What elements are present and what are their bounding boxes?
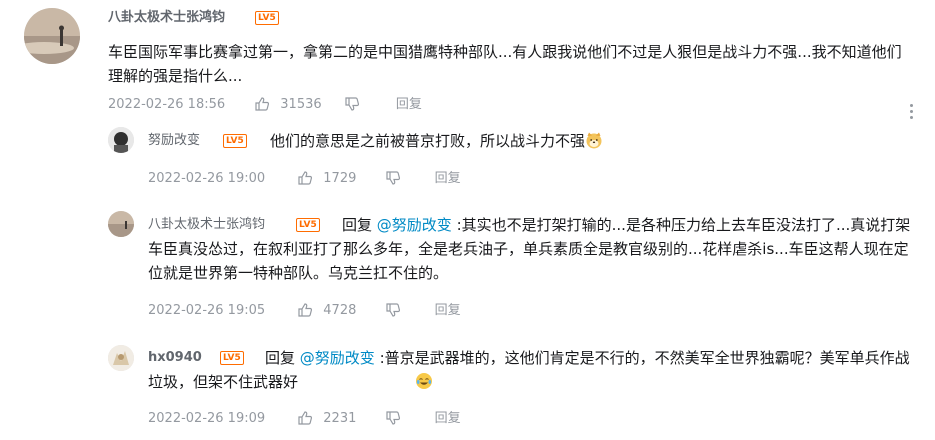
- avatar-image: [24, 8, 80, 64]
- avatar-image: [108, 127, 134, 153]
- reply-button[interactable]: 回复: [435, 171, 461, 186]
- doge-icon: [585, 131, 603, 149]
- reply-meta: 2022-02-26 19:09 2231 回复: [148, 410, 461, 428]
- reply-prefix: 回复: [342, 216, 373, 234]
- comment-time: 2022-02-26 18:56: [108, 97, 226, 112]
- avatar[interactable]: [108, 345, 134, 371]
- username[interactable]: 努励改变: [148, 133, 200, 149]
- thumbs-up-icon[interactable]: [297, 170, 313, 186]
- reply-button[interactable]: 回复: [435, 303, 461, 318]
- more-options-icon[interactable]: [909, 104, 915, 122]
- reply-content: :其实也不是打架打输的...是各种压力给上去车臣没法打了...真说打架车臣真没怂…: [148, 216, 911, 282]
- like-count: 2231: [323, 411, 357, 426]
- comment-meta: 2022-02-26 18:56 31536 回复: [108, 96, 422, 114]
- level-badge: LV5: [223, 134, 247, 148]
- comment-text: 车臣国际军事比赛拿过第一，拿第二的是中国猎鹰特种部队...有人跟我说他们不过是人…: [108, 43, 902, 85]
- thumbs-down-icon[interactable]: [385, 410, 401, 426]
- laugh-cry-icon: [298, 372, 433, 390]
- avatar[interactable]: [24, 8, 80, 64]
- like-count: 31536: [280, 97, 322, 112]
- reply-button[interactable]: 回复: [435, 411, 461, 426]
- reply-text: 回复 @努励改变 :其实也不是打架打输的...是各种压力给上去车臣没法打了...…: [148, 213, 918, 285]
- thumbs-up-icon[interactable]: [297, 410, 313, 426]
- mention-link[interactable]: @努励改变: [300, 349, 375, 367]
- reply-time: 2022-02-26 19:00: [148, 171, 266, 186]
- like-count: 4728: [323, 303, 357, 318]
- reply-text: 他们的意思是之前被普京打败，所以战斗力不强: [270, 129, 910, 153]
- thumbs-down-icon[interactable]: [385, 170, 401, 186]
- thumbs-down-icon[interactable]: [344, 96, 360, 112]
- reply-button[interactable]: 回复: [396, 97, 422, 112]
- mention-link[interactable]: @努励改变: [377, 216, 452, 234]
- avatar[interactable]: [108, 127, 134, 153]
- reply-time: 2022-02-26 19:09: [148, 411, 266, 426]
- like-count: 1729: [323, 171, 357, 186]
- avatar[interactable]: [108, 211, 134, 237]
- reply-meta: 2022-02-26 19:05 4728 回复: [148, 302, 461, 320]
- username[interactable]: 八卦太极术士张鸿钧: [108, 10, 225, 26]
- thumbs-up-icon[interactable]: [297, 302, 313, 318]
- reply-content: :普京是武器堆的，这他们肯定是不行的，不然美军全世界独霸呢？美军单兵作战垃圾，但…: [148, 349, 910, 391]
- level-badge: LV5: [255, 11, 279, 25]
- avatar-image: [108, 211, 134, 237]
- reply-time: 2022-02-26 19:05: [148, 303, 266, 318]
- reply-text: 回复 @努励改变 :普京是武器堆的，这他们肯定是不行的，不然美军全世界独霸呢？美…: [148, 346, 918, 394]
- reply-content: 他们的意思是之前被普京打败，所以战斗力不强: [270, 132, 586, 150]
- avatar-image: [108, 345, 134, 371]
- thumbs-up-icon[interactable]: [254, 96, 270, 112]
- thumbs-down-icon[interactable]: [385, 302, 401, 318]
- reply-meta: 2022-02-26 19:00 1729 回复: [148, 170, 461, 188]
- reply-prefix: 回复: [265, 349, 296, 367]
